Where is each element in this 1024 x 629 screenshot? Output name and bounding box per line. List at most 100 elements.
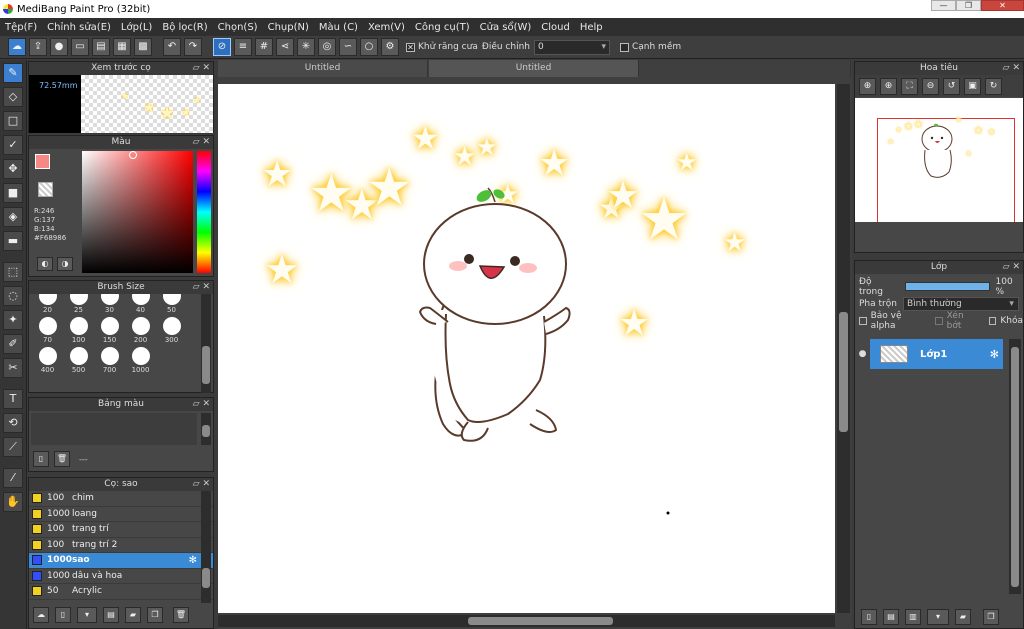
protect-alpha-checkbox[interactable] (859, 316, 867, 325)
new-layer-icon[interactable]: ▯ (861, 609, 877, 625)
correction-select[interactable]: 0 ▾ (533, 39, 610, 55)
lock-checkbox[interactable] (988, 316, 997, 325)
move-tool-icon[interactable]: ✥ (3, 159, 23, 179)
canvas-vertical-scrollbar[interactable] (837, 84, 850, 613)
rotate-right-icon[interactable]: ↻ (985, 77, 1002, 95)
radial-snap-icon[interactable]: ✳ (297, 38, 315, 56)
palette-scrollbar[interactable] (201, 413, 211, 445)
layer-scrollbar[interactable] (1009, 339, 1021, 594)
layer-selected[interactable]: Lớp1 ✻ (870, 339, 1003, 369)
redo-icon[interactable]: ↷ (184, 38, 202, 56)
panel-buttons[interactable]: ▱ ✕ (193, 398, 210, 411)
brush-list-scrollbar[interactable] (201, 491, 211, 603)
list-item[interactable]: 1000 loang (29, 506, 213, 522)
scroll-thumb[interactable] (839, 312, 848, 432)
rect-fill-tool-icon[interactable]: ■ (3, 183, 23, 203)
eraser-tool-icon[interactable]: ◇ (3, 87, 23, 107)
maximize-button[interactable]: ❐ (956, 0, 981, 11)
fit-icon[interactable]: ⛶ (901, 77, 918, 95)
menu-select[interactable]: Chọn(S) (213, 22, 263, 33)
folder-icon[interactable]: ▰ (125, 607, 141, 623)
circle-snap-icon[interactable]: ○ (360, 38, 378, 56)
page-icon[interactable]: ▤ (92, 38, 110, 56)
new-brush-icon[interactable]: ▯ (55, 607, 71, 623)
menu-cloud[interactable]: Cloud (536, 22, 575, 33)
share-icon[interactable]: ⇪ (29, 38, 47, 56)
canvas-horizontal-scrollbar[interactable] (218, 615, 835, 627)
menu-help[interactable]: Help (575, 22, 608, 33)
cloud-icon[interactable]: ☁ (8, 38, 26, 56)
gradient-tool-icon[interactable]: ▬ (3, 231, 23, 251)
size-option[interactable]: 40 (125, 294, 156, 314)
select-tool-icon[interactable]: ⬚ (3, 262, 23, 282)
gear-icon[interactable]: ✻ (189, 555, 197, 566)
scroll-thumb[interactable] (468, 617, 613, 625)
drawing-canvas[interactable]: ★ ★ ★ ★ ★ ★ ★ ★ ★ ★ ★ ★ ★ ★ ★ ★ (218, 84, 835, 613)
hue-slider[interactable] (197, 151, 211, 273)
brush-settings-icon[interactable]: ▤ (103, 607, 119, 623)
clipping-checkbox[interactable] (935, 316, 943, 325)
new-8bit-layer-icon[interactable]: ▥ (905, 609, 921, 625)
list-item[interactable]: 100 chim (29, 491, 213, 507)
folder-icon[interactable]: ▰ (955, 609, 971, 625)
divide-tool-icon[interactable]: ⟋ (3, 437, 23, 457)
new-palette-icon[interactable]: ▯ (33, 451, 49, 467)
menu-layer[interactable]: Lớp(L) (116, 22, 157, 33)
gear-icon[interactable]: ✻ (990, 348, 999, 361)
tab-untitled-2[interactable]: Untitled (429, 60, 639, 77)
foreground-color-swatch[interactable] (35, 154, 50, 169)
scroll-thumb[interactable] (202, 425, 210, 437)
bucket-tool-icon[interactable]: ◈ (3, 207, 23, 227)
size-option[interactable]: 400 (32, 344, 63, 374)
cloud-brush-icon[interactable]: ☁ (33, 607, 49, 623)
tab-untitled-1[interactable]: Untitled (218, 60, 428, 77)
blend-mode-select[interactable]: Bình thường ▾ (902, 296, 1019, 311)
brush-size-scrollbar[interactable] (201, 294, 211, 393)
comment-icon[interactable]: ● (50, 38, 68, 56)
menu-edit[interactable]: Chỉnh sửa(E) (42, 22, 116, 33)
menu-capture[interactable]: Chụp(N) (263, 22, 314, 33)
size-option[interactable]: 70 (32, 314, 63, 344)
settings-snap-icon[interactable]: ⚙ (381, 38, 399, 56)
size-option[interactable]: 25 (63, 294, 94, 314)
snap-off-icon[interactable]: ⊘ (213, 38, 231, 56)
panel-buttons[interactable]: ▱ ✕ (193, 281, 210, 294)
grid-icon[interactable]: ▩ (134, 38, 152, 56)
size-option[interactable]: 500 (63, 344, 94, 374)
palette-icon[interactable]: ◐ (37, 257, 53, 271)
lasso-tool-icon[interactable]: ◌ (3, 286, 23, 306)
size-option[interactable]: 700 (94, 344, 125, 374)
size-option[interactable]: 50 (156, 294, 187, 314)
rotate-left-icon[interactable]: ↺ (943, 77, 960, 95)
zoom-out-icon[interactable]: ⊖ (922, 77, 939, 95)
list-item[interactable]: 100 trang trí 2 (29, 537, 213, 553)
vanishing-snap-icon[interactable]: ⋖ (276, 38, 294, 56)
size-option[interactable]: 200 (125, 314, 156, 344)
size-option[interactable]: 300 (156, 314, 187, 344)
opacity-slider[interactable] (904, 282, 990, 291)
palette-swatch-area[interactable] (31, 413, 197, 445)
size-option[interactable]: 1000 (125, 344, 156, 374)
select-eraser-icon[interactable]: ✂ (3, 358, 23, 378)
menu-file[interactable]: Tệp(F) (0, 22, 42, 33)
list-item-selected[interactable]: 1000 sao ✻ (29, 553, 213, 569)
film-icon[interactable]: ▦ (113, 38, 131, 56)
menu-window[interactable]: Cửa sổ(W) (475, 22, 537, 33)
panel-buttons[interactable]: ▱ ✕ (193, 478, 210, 491)
reset-icon[interactable]: ▣ (964, 77, 981, 95)
curve-snap-icon[interactable]: ∽ (339, 38, 357, 56)
minimize-button[interactable]: — (931, 0, 956, 11)
concentric-snap-icon[interactable]: ◎ (318, 38, 336, 56)
menu-view[interactable]: Xem(V) (363, 22, 410, 33)
duplicate-layer-icon[interactable]: ❐ (983, 609, 999, 625)
panel-buttons[interactable]: ▱ ✕ (193, 136, 210, 149)
hand-tool-icon[interactable]: ✋ (3, 492, 23, 512)
panel-buttons[interactable]: ▱ ✕ (193, 62, 210, 75)
layer-row[interactable]: ● Lớp1 ✻ (855, 339, 1007, 369)
size-option[interactable]: 20 (32, 294, 63, 314)
panel-buttons[interactable]: ▱ ✕ (1003, 261, 1020, 274)
text-tool-icon[interactable]: T (3, 389, 23, 409)
palette-settings-icon[interactable]: ◑ (57, 257, 73, 271)
scroll-thumb[interactable] (202, 568, 210, 588)
dot-tool-icon[interactable]: □ (3, 111, 23, 131)
